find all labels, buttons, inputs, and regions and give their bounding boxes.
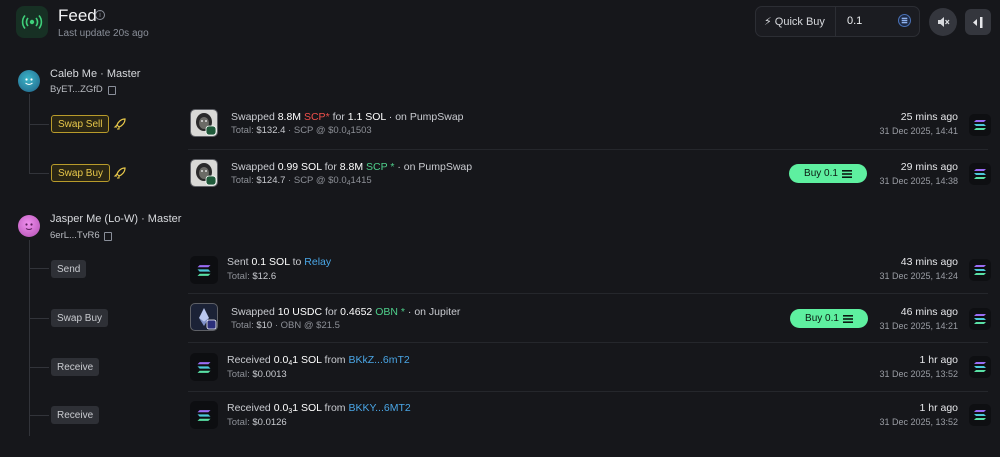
tree-branch <box>29 318 49 319</box>
sidebar-toggle-icon <box>973 16 983 28</box>
buy-button-label: Buy 0.1 <box>805 313 839 324</box>
tree-line <box>29 240 30 436</box>
live-feed-icon <box>16 6 48 38</box>
action-tag-swap-buy: Swap Buy <box>51 164 111 182</box>
transaction-total: Total: $124.7 · SCP @ $0.041415 <box>231 175 372 187</box>
time-ago: 43 mins ago <box>900 256 958 268</box>
rocket-icon <box>112 116 128 132</box>
tree-branch <box>29 415 49 416</box>
quick-buy-divider <box>835 7 836 36</box>
action-tag-send: Send <box>51 260 87 278</box>
timestamp: 31 Dec 2025, 14:41 <box>879 126 958 136</box>
timestamp: 31 Dec 2025, 14:21 <box>879 321 958 331</box>
mute-icon <box>938 17 950 27</box>
account-name: Jasper Me (Lo-W) · Master <box>50 213 182 225</box>
transaction-total: Total: $132.4 · SCP @ $0.041503 <box>231 125 372 137</box>
tree-branch <box>29 268 49 269</box>
time-ago: 46 mins ago <box>900 306 958 318</box>
transaction-total: Total: $12.6 <box>227 271 277 282</box>
solana-chain-icon[interactable] <box>969 114 991 136</box>
timestamp: 31 Dec 2025, 13:52 <box>879 417 958 427</box>
scp-token-icon[interactable] <box>190 109 218 137</box>
transaction-description: Swapped 0.99 SOL for 8.8M SCP * · on Pum… <box>231 161 473 173</box>
timestamp: 31 Dec 2025, 14:24 <box>879 271 958 281</box>
scp-token-icon[interactable] <box>190 159 218 187</box>
solana-token-icon[interactable] <box>190 353 218 381</box>
row-separator <box>188 293 988 294</box>
row-separator <box>188 391 988 392</box>
last-update-text: Last update 20s ago <box>58 28 149 39</box>
toggle-panel-button[interactable] <box>965 9 991 35</box>
solana-chain-icon[interactable] <box>969 356 991 378</box>
tree-line <box>29 94 30 174</box>
solana-token-icon[interactable] <box>190 256 218 284</box>
avatar <box>18 215 40 237</box>
solana-chain-icon[interactable] <box>969 163 991 185</box>
avatar <box>18 70 40 92</box>
account-address[interactable]: ByET...ZGfD <box>50 84 103 95</box>
buy-button-label: Buy 0.1 <box>804 168 838 179</box>
info-icon[interactable]: i <box>95 10 105 20</box>
tree-branch <box>29 124 49 125</box>
rocket-icon <box>112 165 128 181</box>
page-title: Feed <box>58 6 97 25</box>
timestamp: 31 Dec 2025, 13:52 <box>879 369 958 379</box>
transaction-description: Received 0.031 SOL from BKKY...6MT2 <box>227 402 411 415</box>
row-separator <box>188 342 988 343</box>
time-ago: 25 mins ago <box>900 111 958 123</box>
account-address[interactable]: 6erL...TvR6 <box>50 230 100 241</box>
time-ago: 1 hr ago <box>919 354 958 366</box>
tree-branch <box>29 367 49 368</box>
action-tag-swap-sell: Swap Sell <box>51 115 110 133</box>
transaction-description: Sent 0.1 SOL to Relay <box>227 256 332 268</box>
transaction-total: Total: $10 · OBN @ $21.5 <box>231 320 340 331</box>
solana-chain-icon[interactable] <box>969 259 991 281</box>
solana-chain-icon[interactable] <box>969 404 991 426</box>
copy-icon[interactable] <box>104 232 112 241</box>
row-separator <box>188 149 988 150</box>
recipient-link[interactable]: Relay <box>304 256 331 268</box>
quick-buy-amount-input[interactable]: 0.1 <box>847 15 862 27</box>
obn-token-icon[interactable] <box>190 303 218 331</box>
transaction-total: Total: $0.0013 <box>227 369 287 380</box>
sender-link[interactable]: BKkZ...6mT2 <box>348 354 409 366</box>
tree-branch <box>29 173 49 174</box>
time-ago: 1 hr ago <box>919 402 958 414</box>
mute-button[interactable] <box>929 8 957 36</box>
solana-token-icon[interactable] <box>190 401 218 429</box>
transaction-total: Total: $0.0126 <box>227 417 287 428</box>
action-tag-swap-buy: Swap Buy <box>51 309 109 327</box>
account-name: Caleb Me · Master <box>50 68 141 80</box>
solana-icon <box>898 14 911 27</box>
solana-chain-icon[interactable] <box>969 308 991 330</box>
action-tag-receive: Receive <box>51 358 100 376</box>
transaction-description: Swapped 8.8M SCP* for 1.1 SOL · on PumpS… <box>231 111 464 123</box>
action-tag-receive: Receive <box>51 406 100 424</box>
transaction-description: Swapped 10 USDC for 0.4652 OBN * · on Ju… <box>231 306 461 318</box>
time-ago: 29 mins ago <box>900 161 958 173</box>
quick-buy-label[interactable]: ⚡ Quick Buy <box>764 15 825 28</box>
transaction-description: Received 0.041 SOL from BKkZ...6mT2 <box>227 354 410 367</box>
sender-link[interactable]: BKKY...6MT2 <box>348 402 410 414</box>
timestamp: 31 Dec 2025, 14:38 <box>879 176 958 186</box>
copy-icon[interactable] <box>108 86 116 95</box>
